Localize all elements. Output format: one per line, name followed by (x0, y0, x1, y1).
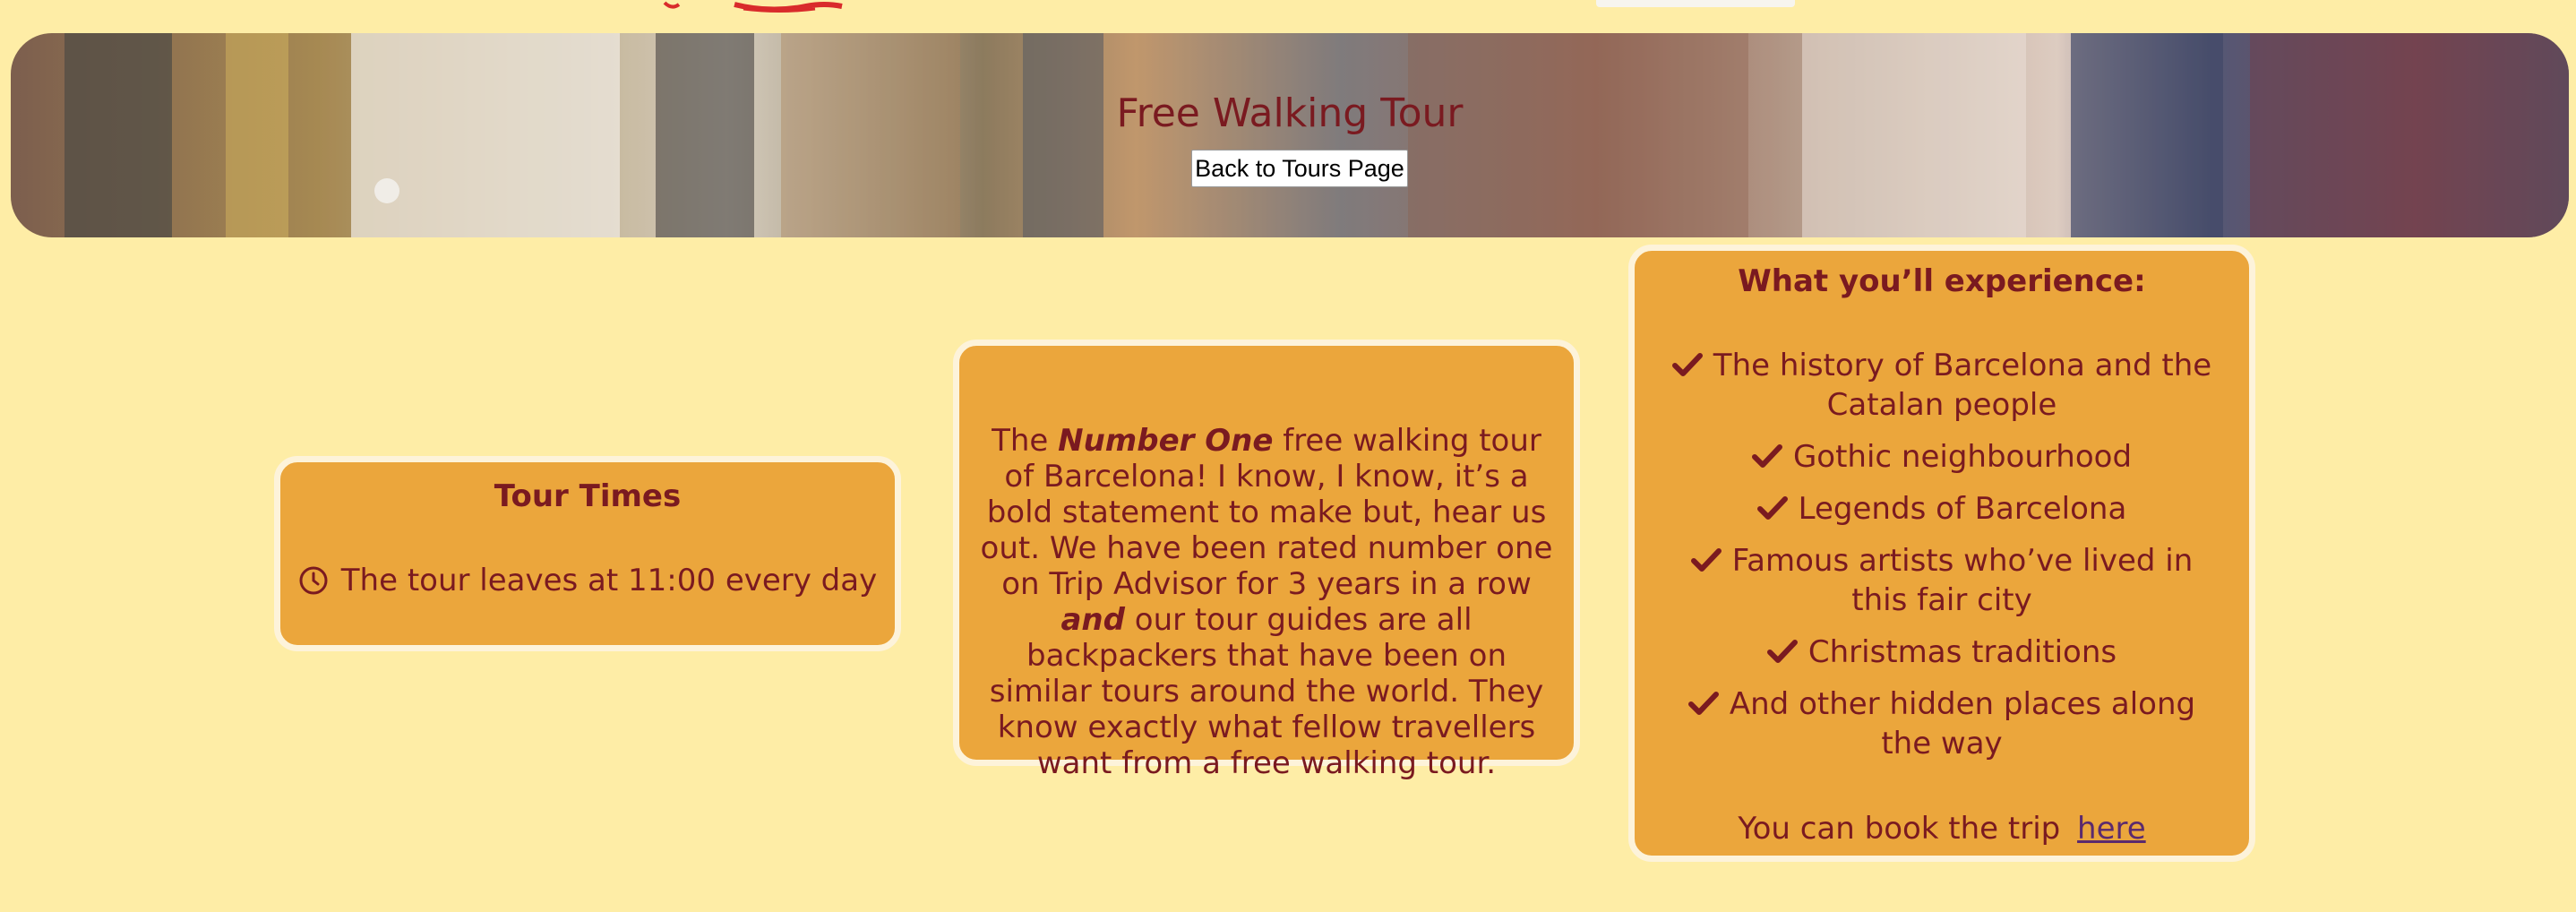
list-item: And other hidden places along the way (1662, 684, 2222, 763)
top-decoration (663, 0, 878, 13)
check-icon (1751, 440, 1782, 468)
hero-banner: Free Walking Tour Back to Tours Page (11, 33, 2569, 237)
tour-times-text: The tour leaves at 11:00 every day (340, 563, 878, 598)
about-text-pre: The (992, 423, 1059, 459)
book-here-link[interactable]: here (2077, 811, 2146, 847)
experience-item-text: Christmas traditions (1807, 634, 2117, 670)
experience-item-text: The history of Barcelona and the Catalan… (1713, 348, 2212, 423)
experience-item-text: And other hidden places along the way (1729, 686, 2196, 761)
check-icon (1690, 544, 1722, 572)
list-item: The history of Barcelona and the Catalan… (1662, 346, 2222, 425)
back-to-tours-button[interactable]: Back to Tours Page (1191, 150, 1408, 187)
tour-times-line: The tour leaves at 11:00 every day (280, 563, 895, 598)
book-line: You can book the trip here (1635, 811, 2249, 847)
experience-item-text: Famous artists who’ve lived in this fair… (1731, 543, 2194, 618)
about-text-emphasis-and: and (1060, 602, 1125, 638)
about-text-emphasis-number-one: Number One (1058, 423, 1274, 459)
check-icon (1687, 687, 1719, 715)
tour-times-title: Tour Times (494, 478, 682, 514)
experience-list: The history of Barcelona and the Catalan… (1662, 346, 2222, 776)
about-text: The Number One free walking tour of Barc… (975, 423, 1558, 781)
check-icon (1671, 348, 1703, 376)
book-text: You can book the trip (1738, 811, 2061, 847)
check-icon (1766, 635, 1798, 663)
clock-icon (298, 565, 329, 596)
experience-card: What you’ll experience: The history of B… (1628, 245, 2255, 862)
top-decoration-bar (1596, 0, 1795, 7)
list-item: Famous artists who’ve lived in this fair… (1662, 541, 2222, 620)
page-title: Free Walking Tour (1116, 90, 1464, 136)
list-item: Christmas traditions (1662, 632, 2222, 672)
list-item: Gothic neighbourhood (1662, 437, 2222, 477)
experience-title: What you’ll experience: (1738, 263, 2146, 299)
tour-times-card: Tour Times The tour leaves at 11:00 ever… (274, 456, 901, 651)
experience-item-text: Gothic neighbourhood (1792, 439, 2133, 475)
experience-item-text: Legends of Barcelona (1798, 491, 2127, 527)
about-card: The Number One free walking tour of Barc… (953, 340, 1580, 781)
list-item: Legends of Barcelona (1662, 489, 2222, 529)
check-icon (1756, 492, 1788, 520)
